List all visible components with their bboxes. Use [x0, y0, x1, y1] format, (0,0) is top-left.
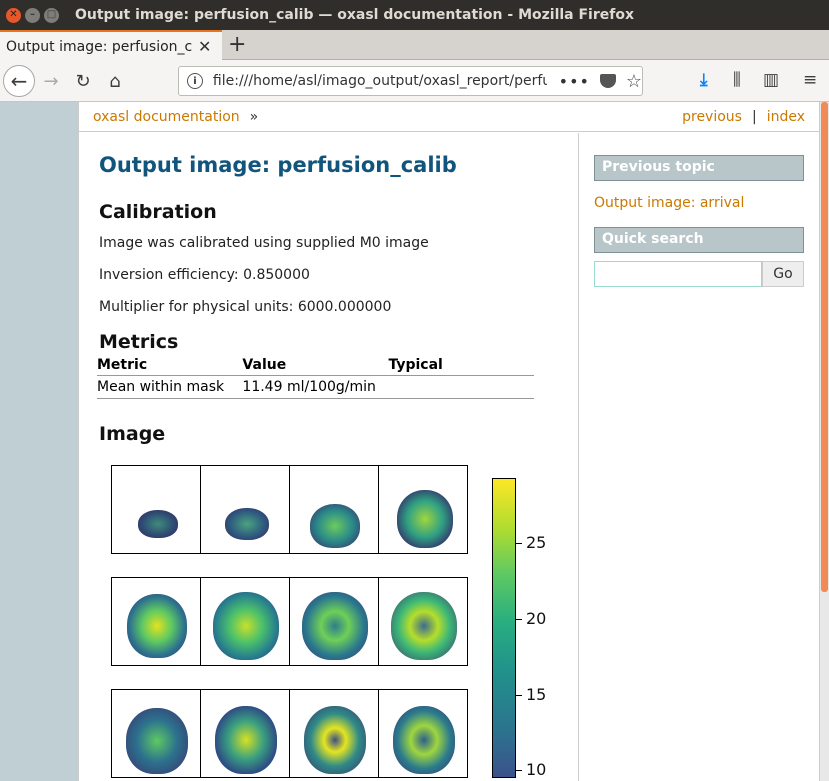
tab-close-icon[interactable]: ✕	[198, 37, 211, 56]
arrow-left-icon: ←	[10, 69, 28, 93]
new-tab-button[interactable]: +	[228, 32, 246, 57]
image-slice	[378, 577, 468, 666]
colorbar-tick	[516, 619, 522, 620]
quick-search-form: Go	[594, 261, 819, 287]
colorbar-tick	[516, 695, 522, 696]
image-slice	[378, 689, 468, 778]
table-row: Mean within mask 11.49 ml/100g/min	[97, 375, 534, 399]
download-icon[interactable]: ⤓	[700, 70, 708, 90]
image-slice	[289, 689, 379, 778]
previous-topic-heading: Previous topic	[594, 155, 804, 181]
search-go-button[interactable]: Go	[762, 261, 804, 287]
image-slice	[111, 577, 201, 666]
window-close-button[interactable]: ✕	[6, 7, 21, 23]
main-body: Output image: perfusion_calib Calibratio…	[79, 133, 579, 781]
colorbar-tick	[516, 770, 522, 771]
related-right: previous | index	[682, 109, 805, 125]
home-button[interactable]: ⌂	[104, 70, 126, 92]
arrow-right-icon: →	[43, 70, 59, 92]
colorbar-tick-label: 25	[526, 533, 547, 552]
scrollbar-thumb[interactable]	[821, 102, 828, 592]
image-slice	[378, 465, 468, 554]
image-slice	[289, 577, 379, 666]
image-slice	[289, 465, 379, 554]
calibration-line: Multiplier for physical units: 6000.0000…	[99, 299, 392, 315]
navigation-toolbar: ← → ↻ ⌂ i file:///home/asl/imago_output/…	[0, 60, 829, 102]
index-link[interactable]: index	[767, 109, 805, 125]
home-icon: ⌂	[109, 70, 121, 92]
calibration-line: Inversion efficiency: 0.850000	[99, 267, 310, 283]
page-title: Output image: perfusion_calib	[99, 153, 457, 177]
column-header: Metric	[97, 355, 243, 376]
colorbar-tick	[516, 543, 522, 544]
calibration-heading: Calibration	[99, 201, 217, 223]
colorbar-tick-label: 20	[526, 609, 547, 628]
reload-icon: ↻	[75, 70, 91, 92]
document-page: oxasl documentation » previous | index O…	[78, 102, 820, 781]
reload-button[interactable]: ↻	[72, 70, 94, 92]
table-header-row: Metric Value Typical	[97, 355, 534, 376]
calibration-line: Image was calibrated using supplied M0 i…	[99, 235, 429, 251]
bookmark-star-icon[interactable]: ☆	[626, 71, 642, 92]
image-slice	[200, 577, 290, 666]
pipe-separator: |	[751, 108, 757, 125]
back-button[interactable]: ←	[3, 65, 35, 97]
window-titlebar: ✕ – □ Output image: perfusion_calib — ox…	[0, 0, 829, 30]
info-icon[interactable]: i	[187, 73, 203, 89]
table-cell-value: 11.49 ml/100g/min	[242, 375, 389, 399]
tab-active[interactable]: Output image: perfusion_calib — oxasl do…	[0, 30, 222, 61]
window-maximize-button[interactable]: □	[44, 7, 59, 23]
tab-bar: Output image: perfusion_calib — oxasl do…	[0, 30, 829, 61]
image-slice	[200, 465, 290, 554]
page-actions-icon[interactable]: •••	[559, 72, 590, 91]
column-header: Typical	[388, 355, 534, 376]
image-slice	[200, 689, 290, 778]
quick-search-heading: Quick search	[594, 227, 804, 253]
column-header: Value	[242, 355, 389, 376]
sidebar: Previous topic Output image: arrival Qui…	[578, 133, 819, 781]
window-minimize-button[interactable]: –	[25, 7, 40, 23]
window-controls: ✕ – □	[6, 7, 59, 23]
metrics-table: Metric Value Typical Mean within mask 11…	[97, 355, 534, 399]
colorbar-tick-label: 15	[526, 685, 547, 704]
related-bar: oxasl documentation » previous | index	[79, 102, 819, 132]
metrics-heading: Metrics	[99, 331, 179, 353]
forward-button[interactable]: →	[40, 70, 62, 92]
previous-topic-link[interactable]: Output image: arrival	[594, 195, 819, 211]
image-slice	[111, 465, 201, 554]
sidebar-toggle-icon[interactable]: ▥	[763, 70, 779, 90]
pocket-icon[interactable]	[599, 74, 616, 88]
image-slice	[111, 689, 201, 778]
tab-label: Output image: perfusion_calib — oxasl do…	[6, 38, 192, 55]
image-heading: Image	[99, 423, 166, 445]
library-icon[interactable]: ⫼	[733, 70, 741, 90]
url-text[interactable]: file:///home/asl/imago_output/oxasl_repo…	[213, 73, 547, 89]
colorbar	[492, 478, 516, 778]
window-title: Output image: perfusion_calib — oxasl do…	[75, 7, 634, 23]
table-cell-typical	[388, 375, 534, 399]
colorbar-tick-label: 10	[526, 760, 547, 779]
search-input[interactable]	[594, 261, 762, 287]
breadcrumb-separator: »	[249, 108, 259, 125]
previous-link[interactable]: previous	[682, 109, 742, 125]
url-bar[interactable]: i file:///home/asl/imago_output/oxasl_re…	[178, 66, 643, 96]
table-cell-metric: Mean within mask	[97, 375, 243, 399]
home-link[interactable]: oxasl documentation	[93, 109, 240, 125]
perfusion-image-figure: 25 20 15 10	[99, 457, 559, 781]
hamburger-menu-icon[interactable]: ≡	[803, 70, 817, 90]
